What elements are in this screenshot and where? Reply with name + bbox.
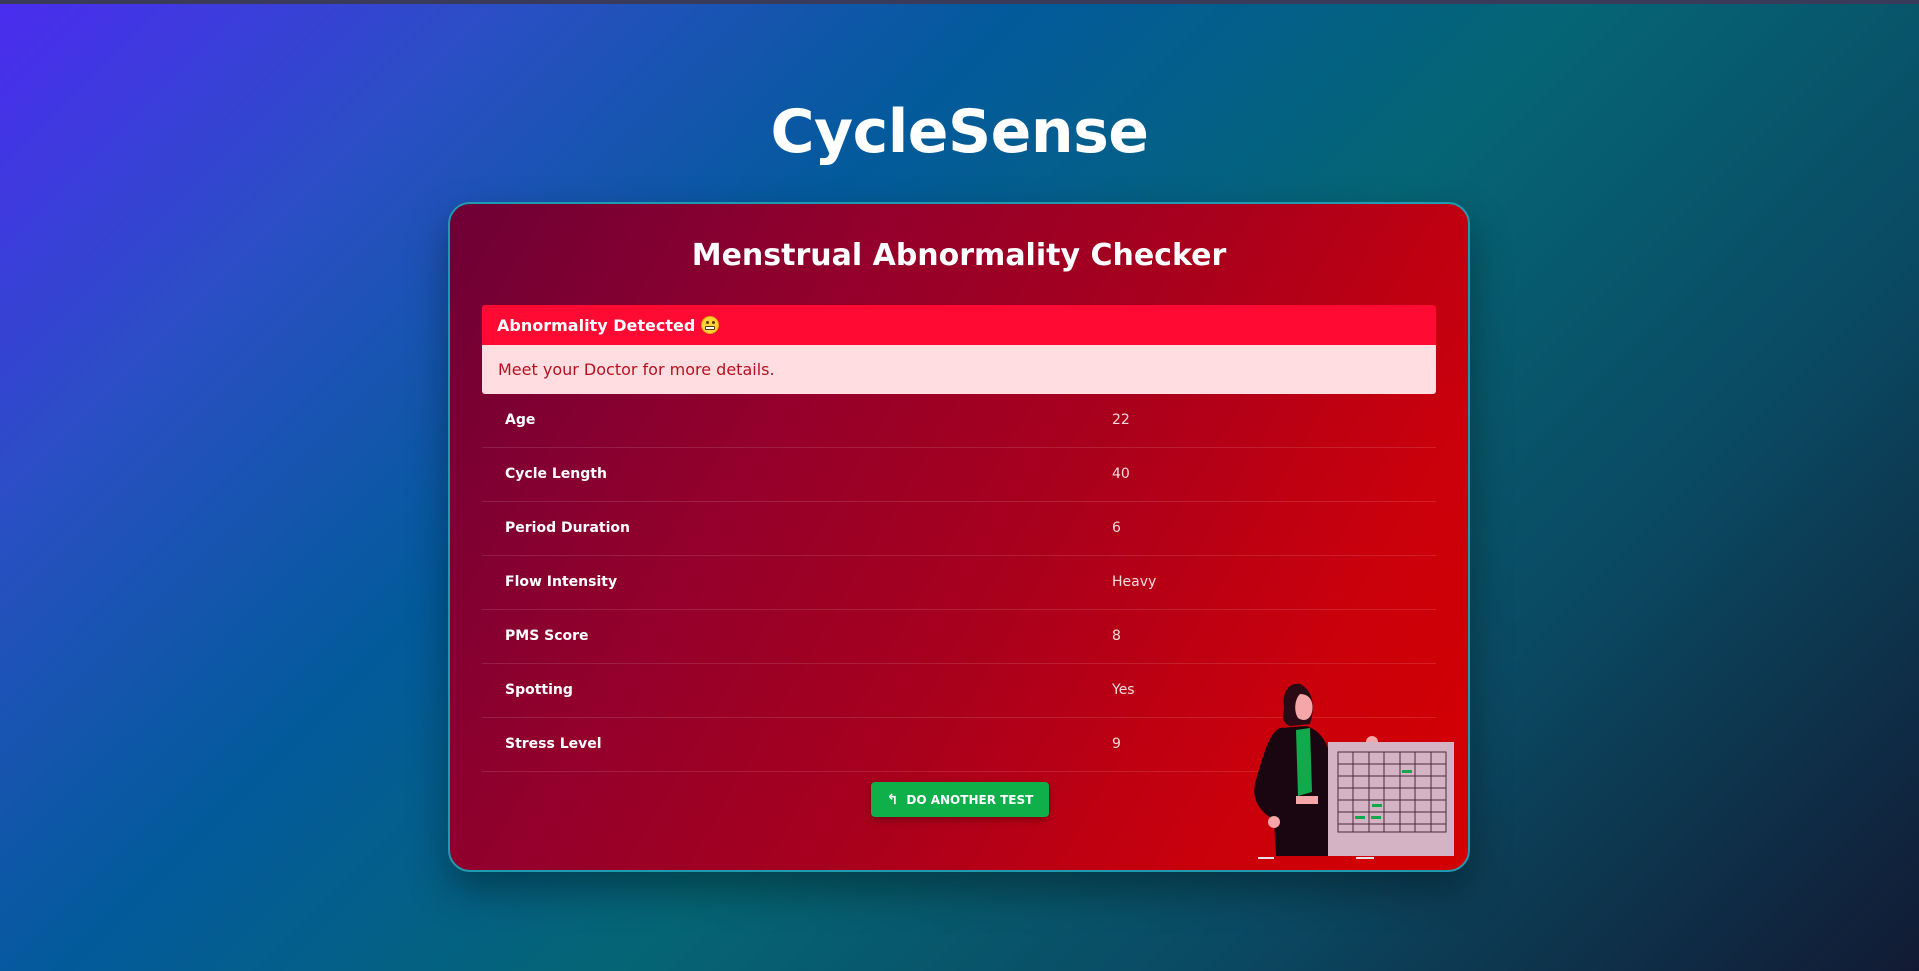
table-row: Age 22 [482, 394, 1436, 448]
woman-with-calendar-illustration [1254, 683, 1454, 859]
alert-message: Meet your Doctor for more details. [498, 360, 775, 379]
detail-label-stress-level: Stress Level [505, 736, 602, 752]
table-row: PMS Score 8 [482, 610, 1436, 664]
alert-header: Abnormality Detected [482, 305, 1436, 345]
detail-value-age: 22 [1112, 412, 1130, 428]
detail-label-cycle-length: Cycle Length [505, 466, 607, 482]
table-row: Period Duration 6 [482, 502, 1436, 556]
detail-value-cycle-length: 40 [1112, 466, 1130, 482]
detail-value-pms-score: 8 [1112, 628, 1121, 644]
browser-top-strip [0, 0, 1919, 4]
detail-value-spotting: Yes [1112, 682, 1135, 698]
table-row: Flow Intensity Heavy [482, 556, 1436, 610]
detail-value-stress-level: 9 [1112, 736, 1121, 752]
table-row: Cycle Length 40 [482, 448, 1436, 502]
detail-value-flow-intensity: Heavy [1112, 574, 1157, 590]
undo-arrow-icon: ↰ [886, 791, 899, 808]
do-another-test-button[interactable]: ↰ DO ANOTHER TEST [871, 782, 1049, 817]
alert-body: Meet your Doctor for more details. [482, 345, 1436, 394]
retry-button-label: DO ANOTHER TEST [906, 792, 1034, 807]
detail-label-flow-intensity: Flow Intensity [505, 574, 618, 590]
grimacing-face-icon [701, 316, 720, 334]
card-title: Menstrual Abnormality Checker [691, 238, 1227, 273]
detail-label-period-duration: Period Duration [505, 520, 630, 536]
detail-label-pms-score: PMS Score [505, 628, 589, 644]
detail-label-age: Age [505, 412, 536, 428]
app-title: CycleSense [770, 97, 1150, 167]
detail-value-period-duration: 6 [1112, 520, 1121, 536]
alert-heading: Abnormality Detected [497, 315, 696, 335]
detail-label-spotting: Spotting [505, 682, 573, 698]
